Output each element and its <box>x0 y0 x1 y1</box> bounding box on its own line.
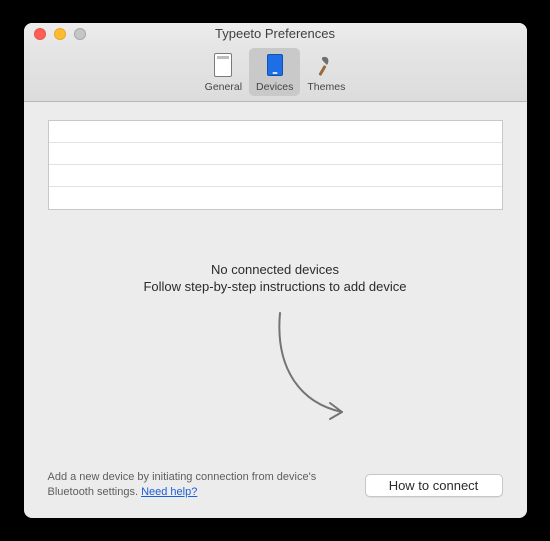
preferences-window: Typeeto Preferences General Devices <box>24 23 527 518</box>
tab-devices[interactable]: Devices <box>249 48 300 96</box>
footer: Add a new device by initiating connectio… <box>48 470 503 500</box>
table-row[interactable] <box>49 165 502 187</box>
arrow-icon <box>48 308 503 428</box>
tab-themes[interactable]: Themes <box>300 48 352 96</box>
table-row[interactable] <box>49 143 502 165</box>
titlebar: Typeeto Preferences <box>24 23 527 44</box>
themes-icon <box>312 51 340 79</box>
traffic-lights <box>24 28 86 40</box>
zoom-icon <box>74 28 86 40</box>
empty-state: No connected devices Follow step-by-step… <box>48 210 503 470</box>
window-title: Typeeto Preferences <box>24 26 527 41</box>
table-row[interactable] <box>49 187 502 209</box>
general-icon <box>209 51 237 79</box>
device-table <box>48 120 503 210</box>
empty-title: No connected devices <box>48 262 503 277</box>
tab-group: General Devices Themes <box>198 48 353 96</box>
tab-general-label: General <box>205 81 242 93</box>
tab-general[interactable]: General <box>198 48 249 96</box>
device-icon <box>261 51 289 79</box>
hint-text: Add a new device by initiating connectio… <box>48 470 348 500</box>
empty-subtitle: Follow step-by-step instructions to add … <box>48 279 503 294</box>
need-help-link[interactable]: Need help? <box>141 486 197 498</box>
empty-message: No connected devices Follow step-by-step… <box>48 262 503 294</box>
tab-devices-label: Devices <box>256 81 293 93</box>
how-to-connect-button[interactable]: How to connect <box>365 474 503 497</box>
minimize-icon[interactable] <box>54 28 66 40</box>
tab-themes-label: Themes <box>307 81 345 93</box>
content-area: No connected devices Follow step-by-step… <box>24 102 527 518</box>
toolbar: General Devices Themes <box>24 44 527 102</box>
table-row[interactable] <box>49 121 502 143</box>
close-icon[interactable] <box>34 28 46 40</box>
